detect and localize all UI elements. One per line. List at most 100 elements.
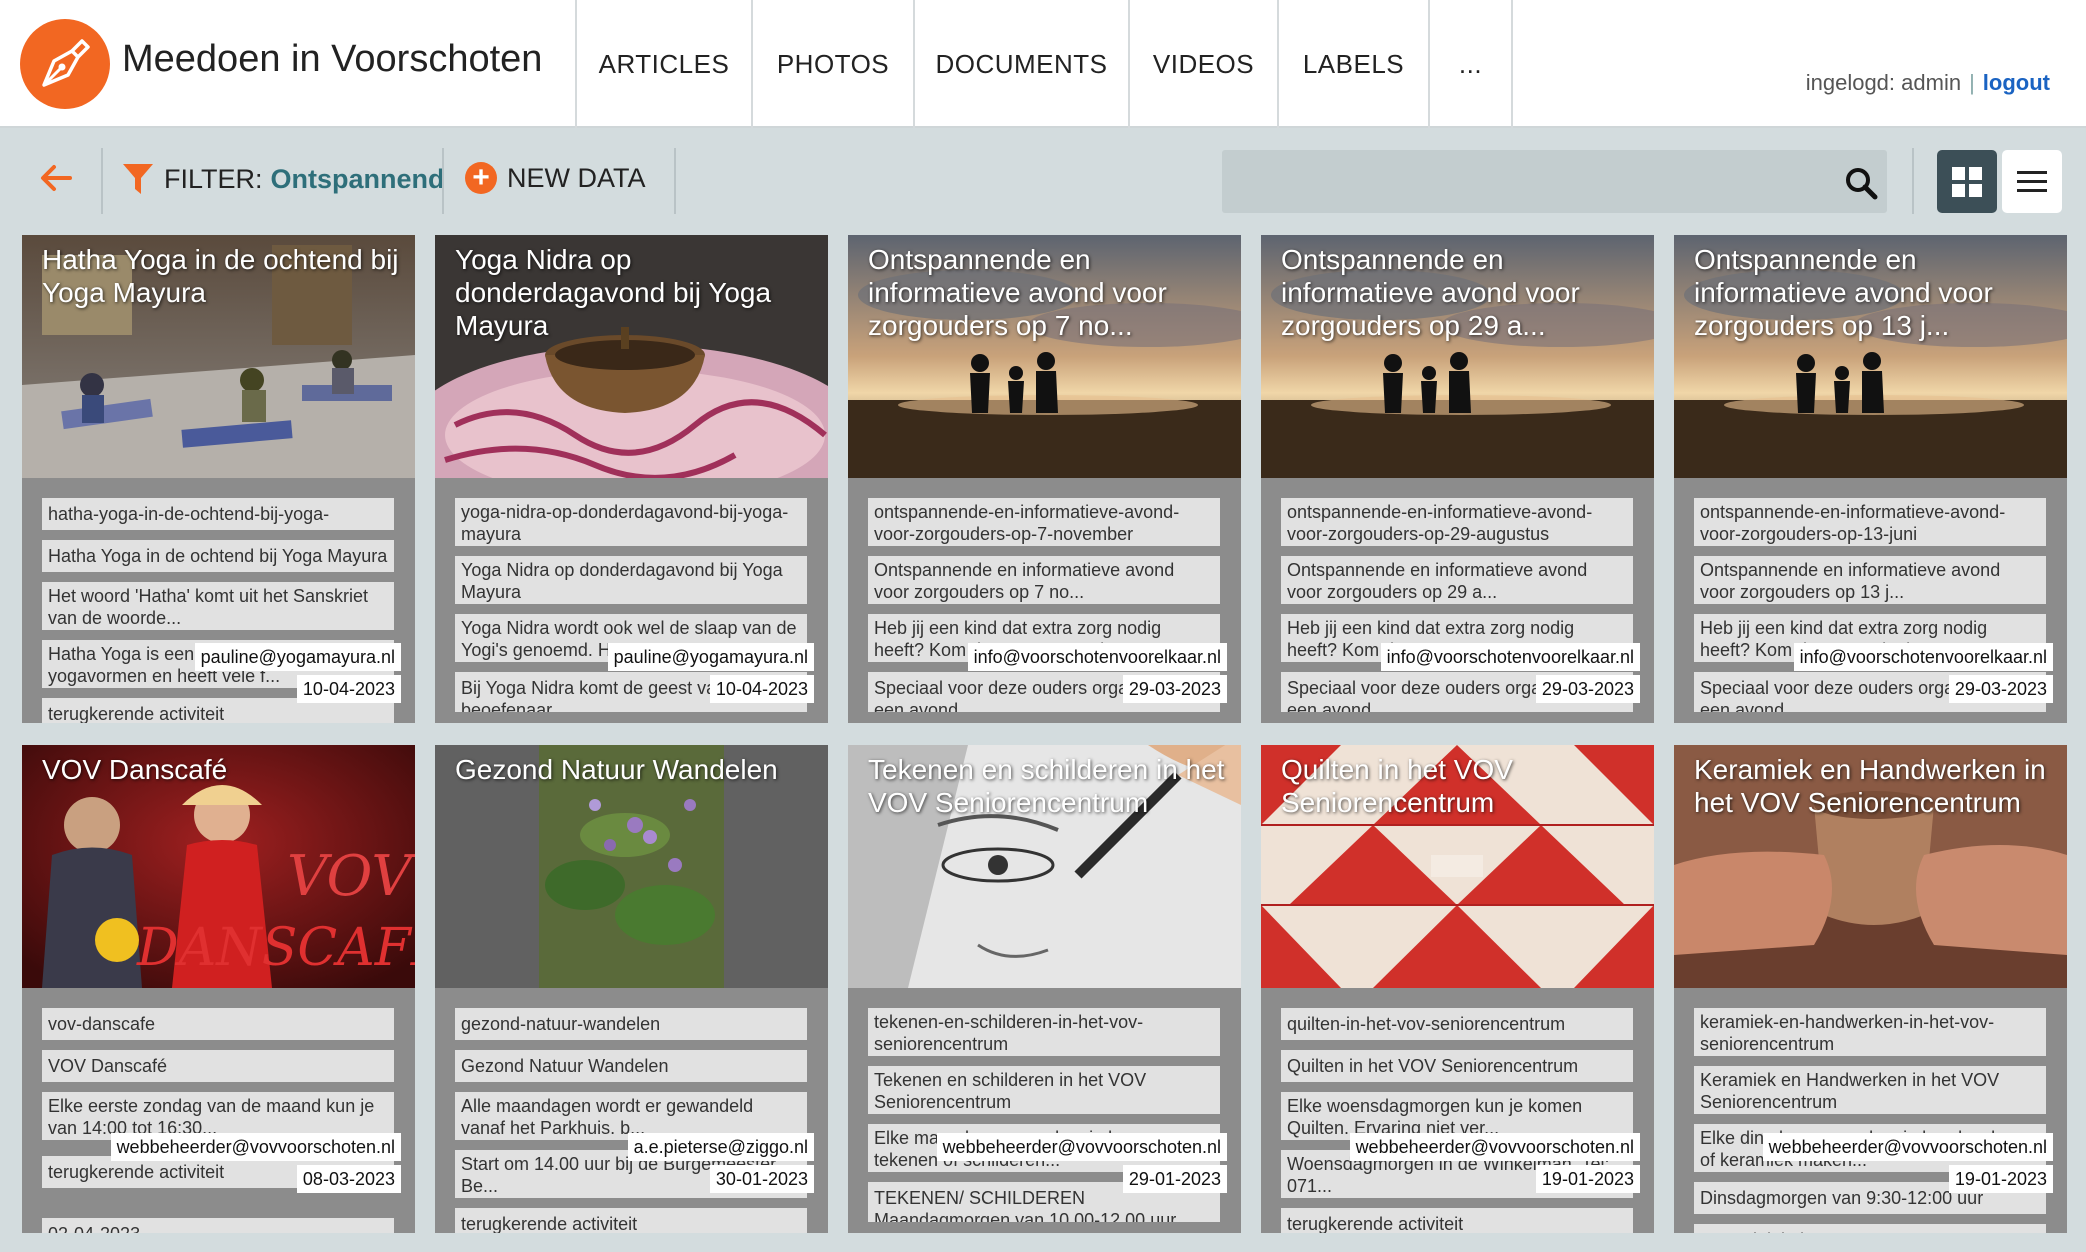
card-fields: vov-danscafe VOV Danscafé Elke eerste zo… bbox=[22, 988, 415, 1233]
nav-labels[interactable]: LABELS bbox=[1277, 0, 1428, 128]
card-date: 10-04-2023 bbox=[709, 675, 814, 703]
field-slug: gezond-natuur-wandelen bbox=[455, 1008, 807, 1040]
card-date: 08-03-2023 bbox=[296, 1165, 401, 1193]
card-fields: quilten-in-het-vov-seniorencentrum Quilt… bbox=[1261, 988, 1654, 1233]
field-name: Keramiek en Handwerken in het VOV Senior… bbox=[1694, 1066, 2046, 1114]
card-date: 19-01-2023 bbox=[1535, 1165, 1640, 1193]
card-title[interactable]: Ontspannende en informatieve avond voor … bbox=[868, 243, 1227, 342]
card-item[interactable]: Tekenen en schilderen in het VOV Seniore… bbox=[848, 745, 1241, 1233]
logo-lettering: VOV bbox=[287, 844, 415, 909]
new-data-label: NEW DATA bbox=[507, 162, 646, 193]
logout-link[interactable]: logout bbox=[1983, 70, 2050, 95]
filter-button[interactable]: FILTER: Ontspannend bbox=[122, 162, 445, 196]
card-email: webbeheerder@vovvoorschoten.nl bbox=[110, 1133, 401, 1161]
card-grid: Hatha Yoga in de ochtend bij Yoga Mayura… bbox=[22, 235, 2068, 1235]
site-title[interactable]: Meedoen in Voorschoten bbox=[122, 38, 542, 81]
arrow-left-icon bbox=[41, 165, 72, 191]
field-extra: terugkerende activiteit bbox=[1281, 1208, 1633, 1233]
field-name: Hatha Yoga in de ochtend bij Yoga Mayura bbox=[42, 540, 394, 572]
list-view-icon bbox=[2017, 170, 2047, 192]
field-slug: ontspannende-en-informatieve-avond-voor-… bbox=[1694, 498, 2046, 546]
card-title[interactable]: Hatha Yoga in de ochtend bij Yoga Mayura bbox=[42, 243, 401, 309]
plus-circle-icon: + bbox=[465, 162, 497, 194]
card-email: info@voorschotenvoorelkaar.nl bbox=[1380, 643, 1640, 671]
field-name: Ontspannende en informatieve avond voor … bbox=[1694, 556, 2046, 604]
field-slug: yoga-nidra-op-donderdagavond-bij-yoga-ma… bbox=[455, 498, 807, 546]
card-title[interactable]: Yoga Nidra op donderdagavond bij Yoga Ma… bbox=[455, 243, 814, 342]
card-item[interactable]: Hatha Yoga in de ochtend bij Yoga Mayura… bbox=[22, 235, 415, 723]
filter-value: Ontspannend bbox=[270, 163, 445, 194]
site-logo[interactable] bbox=[20, 19, 110, 109]
card-email: webbeheerder@vovvoorschoten.nl bbox=[1349, 1133, 1640, 1161]
top-header: Meedoen in Voorschoten ARTICLES PHOTOS D… bbox=[0, 0, 2086, 128]
list-view-button[interactable] bbox=[2002, 150, 2062, 213]
card-date: 30-01-2023 bbox=[709, 1165, 814, 1193]
funnel-icon bbox=[123, 164, 153, 194]
card-title[interactable]: Keramiek en Handwerken in het VOV Senior… bbox=[1694, 753, 2053, 819]
card-item[interactable]: VOV DANSCAFE VOV Danscafé vov-danscafe V… bbox=[22, 745, 415, 1233]
nav-videos[interactable]: VIDEOS bbox=[1128, 0, 1277, 128]
card-date: 29-03-2023 bbox=[1948, 675, 2053, 703]
card-email: info@voorschotenvoorelkaar.nl bbox=[1793, 643, 2053, 671]
field-name: Ontspannende en informatieve avond voor … bbox=[1281, 556, 1633, 604]
card-fields: keramiek-en-handwerken-in-het-vov-senior… bbox=[1674, 988, 2067, 1233]
new-data-button[interactable]: + NEW DATA bbox=[465, 162, 646, 194]
card-email: webbeheerder@vovvoorschoten.nl bbox=[1762, 1133, 2053, 1161]
field-name: Yoga Nidra op donderdagavond bij Yoga Ma… bbox=[455, 556, 807, 604]
card-email: a.e.pieterse@ziggo.nl bbox=[627, 1133, 814, 1161]
field-slug: quilten-in-het-vov-seniorencentrum bbox=[1281, 1008, 1633, 1040]
field-name: Gezond Natuur Wandelen bbox=[455, 1050, 807, 1082]
pen-nib-icon bbox=[42, 39, 90, 87]
card-title[interactable]: Ontspannende en informatieve avond voor … bbox=[1281, 243, 1640, 342]
card-title[interactable]: Tekenen en schilderen in het VOV Seniore… bbox=[868, 753, 1227, 819]
card-item[interactable]: Ontspannende en informatieve avond voor … bbox=[848, 235, 1241, 723]
login-separator: | bbox=[1969, 70, 1975, 95]
card-item[interactable]: Quilten in het VOV Seniorencentrum quilt… bbox=[1261, 745, 1654, 1233]
card-email: pauline@yogamayura.nl bbox=[194, 643, 401, 671]
toolbar-divider bbox=[1912, 148, 1914, 214]
nav-more[interactable]: ... bbox=[1428, 0, 1513, 128]
toolbar-divider bbox=[101, 148, 103, 214]
card-email: webbeheerder@vovvoorschoten.nl bbox=[936, 1133, 1227, 1161]
field-extra: terugkerende activiteit bbox=[455, 1208, 807, 1233]
card-date: 29-03-2023 bbox=[1122, 675, 1227, 703]
back-button[interactable] bbox=[38, 160, 74, 196]
grid-view-button[interactable] bbox=[1937, 150, 1997, 213]
card-title[interactable]: VOV Danscafé bbox=[42, 753, 401, 786]
field-slug: ontspannende-en-informatieve-avond-voor-… bbox=[1281, 498, 1633, 546]
card-item[interactable]: Keramiek en Handwerken in het VOV Senior… bbox=[1674, 745, 2067, 1233]
filter-label: FILTER: bbox=[164, 163, 263, 194]
card-item[interactable]: Ontspannende en informatieve avond voor … bbox=[1674, 235, 2067, 723]
card-date: 19-01-2023 bbox=[1948, 1165, 2053, 1193]
toolbar: FILTER: Ontspannend + NEW DATA bbox=[0, 130, 2086, 230]
field-summary: Het woord 'Hatha' komt uit het Sanskriet… bbox=[42, 582, 394, 630]
nav-articles[interactable]: ARTICLES bbox=[575, 0, 751, 128]
card-date: 29-03-2023 bbox=[1535, 675, 1640, 703]
login-user: ingelogd: admin bbox=[1805, 70, 1962, 95]
card-title[interactable]: Gezond Natuur Wandelen bbox=[455, 753, 814, 786]
grid-view-icon bbox=[1952, 166, 1982, 197]
card-fields: tekenen-en-schilderen-in-het-vov-seniore… bbox=[848, 988, 1241, 1233]
card-title[interactable]: Ontspannende en informatieve avond voor … bbox=[1694, 243, 2053, 342]
toolbar-divider bbox=[674, 148, 676, 214]
main-nav: ARTICLES PHOTOS DOCUMENTS VIDEOS LABELS … bbox=[575, 0, 1513, 128]
field-slug: vov-danscafe bbox=[42, 1008, 394, 1040]
card-date: 10-04-2023 bbox=[296, 675, 401, 703]
field-name: Ontspannende en informatieve avond voor … bbox=[868, 556, 1220, 604]
card-item[interactable]: Yoga Nidra op donderdagavond bij Yoga Ma… bbox=[435, 235, 828, 723]
card-item[interactable]: Ontspannende en informatieve avond voor … bbox=[1261, 235, 1654, 723]
card-title[interactable]: Quilten in het VOV Seniorencentrum bbox=[1281, 753, 1640, 819]
nav-documents[interactable]: DOCUMENTS bbox=[913, 0, 1128, 128]
field-slug: keramiek-en-handwerken-in-het-vov-senior… bbox=[1694, 1008, 2046, 1056]
login-status: ingelogd: admin | logout bbox=[1806, 70, 2050, 96]
field-name: Quilten in het VOV Seniorencentrum bbox=[1281, 1050, 1633, 1082]
logo-lettering: DANSCAFE bbox=[136, 918, 415, 978]
field-slug: ontspannende-en-informatieve-avond-voor-… bbox=[868, 498, 1220, 546]
card-item[interactable]: Gezond Natuur Wandelen gezond-natuur-wan… bbox=[435, 745, 828, 1233]
field-name: VOV Danscafé bbox=[42, 1050, 394, 1082]
search-input[interactable] bbox=[1222, 150, 1887, 213]
card-email: info@voorschotenvoorelkaar.nl bbox=[967, 643, 1227, 671]
toolbar-divider bbox=[442, 148, 444, 214]
field-name: Tekenen en schilderen in het VOV Seniore… bbox=[868, 1066, 1220, 1114]
nav-photos[interactable]: PHOTOS bbox=[751, 0, 913, 128]
